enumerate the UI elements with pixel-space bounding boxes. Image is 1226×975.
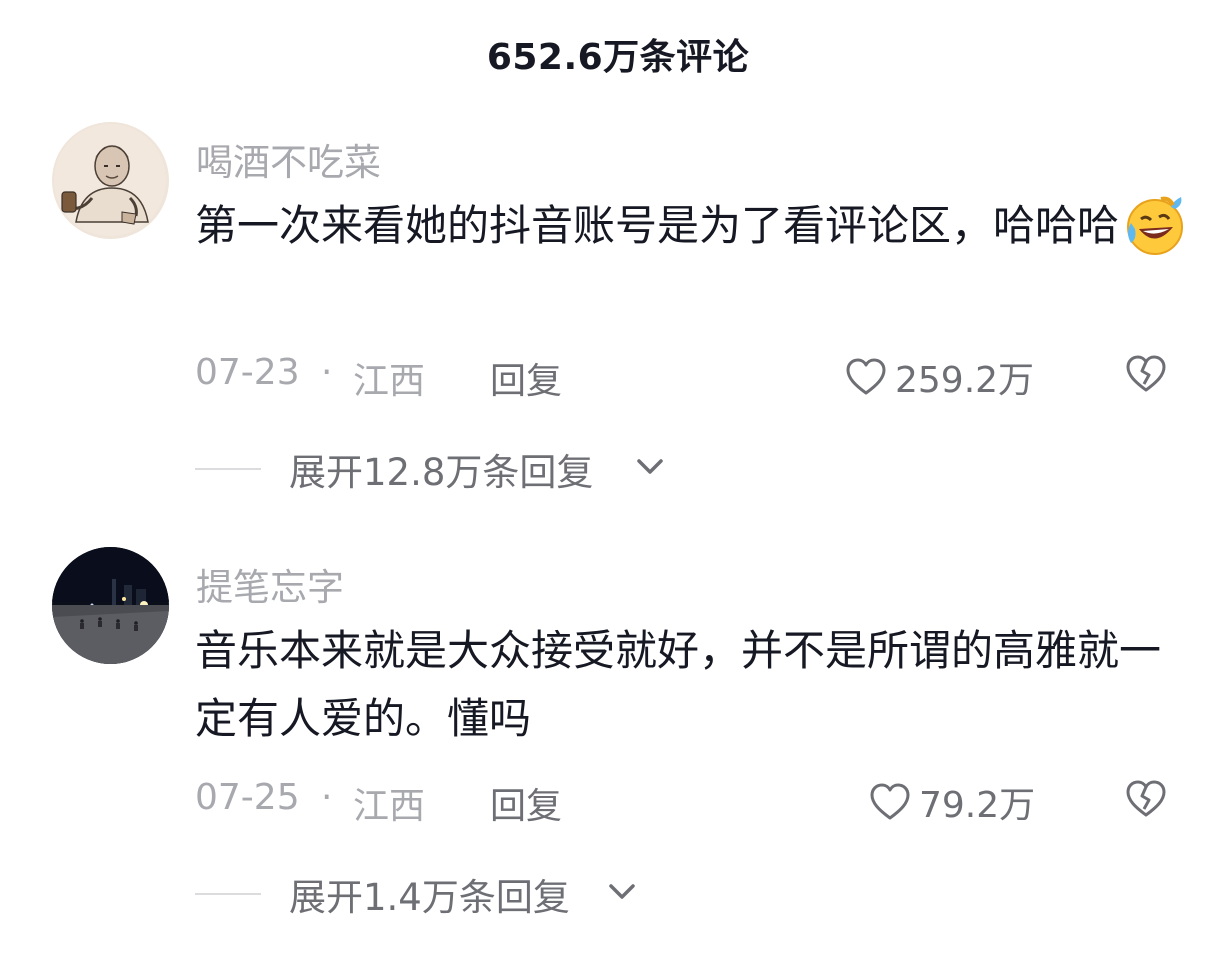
comment-body: 音乐本来就是大众接受就好，并不是所谓的高雅就一定有人爱的。懂吗 bbox=[195, 626, 1162, 743]
like-button[interactable]: 259.2万 bbox=[845, 352, 1034, 402]
laughing-crying-emoji-icon bbox=[1121, 193, 1185, 257]
username[interactable]: 提笔忘字 bbox=[196, 557, 344, 611]
comment-date: 07-23 bbox=[195, 352, 300, 393]
avatar[interactable] bbox=[52, 122, 169, 239]
divider-line bbox=[195, 468, 261, 470]
reply-button[interactable]: 回复 bbox=[490, 352, 562, 404]
comment-date: 07-25 bbox=[195, 777, 300, 818]
comment-meta: 07-23 · 江西 回复 259.2万 bbox=[195, 352, 1195, 402]
comment-meta: 07-25 · 江西 回复 79.2万 bbox=[195, 777, 1195, 827]
like-count: 259.2万 bbox=[895, 360, 1035, 401]
comment-location: 江西 bbox=[353, 786, 426, 827]
meta-separator: · bbox=[321, 777, 333, 818]
comment-text: 第一次来看她的抖音账号是为了看评论区，哈哈哈 bbox=[195, 192, 1185, 261]
comments-count-title: 652.6万条评论 bbox=[486, 37, 750, 78]
expand-replies-label: 展开12.8万条回复 bbox=[289, 451, 594, 494]
divider-line bbox=[195, 893, 261, 895]
heart-outline-icon bbox=[870, 783, 910, 820]
comment-body: 第一次来看她的抖音账号是为了看评论区，哈哈哈 bbox=[195, 201, 1120, 250]
dislike-button[interactable] bbox=[1125, 779, 1167, 828]
reply-button[interactable]: 回复 bbox=[490, 777, 562, 829]
comment-text: 音乐本来就是大众接受就好，并不是所谓的高雅就一定有人爱的。懂吗 bbox=[195, 617, 1185, 753]
comment-location: 江西 bbox=[353, 361, 426, 402]
dislike-button[interactable] bbox=[1125, 354, 1167, 403]
username[interactable]: 喝酒不吃菜 bbox=[196, 132, 381, 186]
avatar[interactable] bbox=[52, 547, 169, 664]
chevron-down-icon bbox=[637, 459, 663, 474]
like-button[interactable]: 79.2万 bbox=[869, 777, 1035, 827]
like-count: 79.2万 bbox=[919, 785, 1036, 826]
broken-heart-icon bbox=[1126, 355, 1166, 392]
chevron-down-icon bbox=[609, 884, 635, 899]
expand-replies-label: 展开1.4万条回复 bbox=[289, 876, 570, 919]
comment-item: 提笔忘字 音乐本来就是大众接受就好，并不是所谓的高雅就一定有人爱的。懂吗 07-… bbox=[0, 545, 1226, 975]
heart-outline-icon bbox=[846, 358, 886, 395]
broken-heart-icon bbox=[1126, 780, 1166, 817]
comment-item: 喝酒不吃菜 第一次来看她的抖音账号是为了看评论区，哈哈哈 07-23 · 江西 … bbox=[0, 120, 1226, 550]
meta-separator: · bbox=[321, 352, 333, 393]
